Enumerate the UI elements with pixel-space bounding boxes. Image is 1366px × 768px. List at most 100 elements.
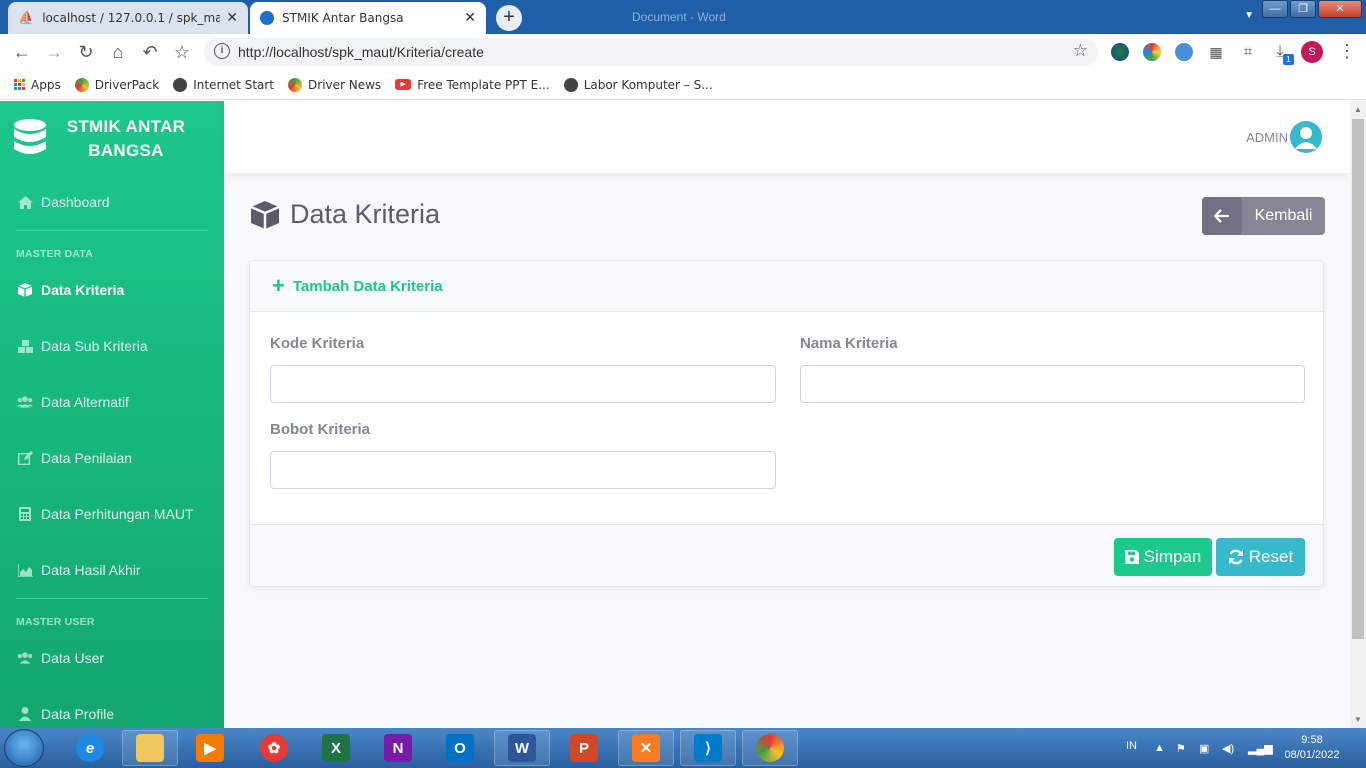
- bookmark-label: DriverPack: [94, 77, 160, 92]
- taskbar-outlook[interactable]: O: [432, 730, 488, 766]
- extension-bird-icon[interactable]: [1175, 43, 1193, 61]
- download-badge: 1: [1283, 54, 1294, 65]
- excel-icon: X: [322, 734, 350, 762]
- tab-search-icon[interactable]: ▼: [1244, 10, 1254, 21]
- taskbar-onenote[interactable]: N: [370, 730, 426, 766]
- bookmark-internet-start[interactable]: Internet Start: [173, 77, 274, 92]
- reset-button[interactable]: Reset: [1216, 538, 1305, 576]
- save-button-label: Simpan: [1143, 547, 1202, 566]
- taskbar-internet-explorer[interactable]: e: [62, 730, 118, 766]
- bobot-kriteria-input[interactable]: [270, 451, 776, 489]
- bookmark-free-template[interactable]: ▶ Free Template PPT E...: [395, 78, 550, 92]
- taskbar-app-red[interactable]: ✿: [246, 730, 302, 766]
- sidebar-item-label: Data Hasil Akhir: [41, 562, 141, 578]
- nama-kriteria-input[interactable]: [800, 365, 1305, 403]
- close-tab-icon[interactable]: ✕: [226, 10, 238, 26]
- url-text[interactable]: http://localhost/spk_maut/Kriteria/creat…: [238, 44, 484, 60]
- sidebar-item-data-hasil-akhir[interactable]: Data Hasil Akhir: [0, 552, 224, 588]
- action-center-icon[interactable]: ⚑: [1176, 742, 1188, 755]
- extensions-grid-icon[interactable]: ▦: [1206, 42, 1226, 62]
- taskbar-powerpoint[interactable]: P: [556, 730, 612, 766]
- extension-globe-icon[interactable]: [1111, 43, 1129, 61]
- taskbar-media-player[interactable]: ▶: [182, 730, 238, 766]
- sidebar-brand[interactable]: STMIK ANTAR BANGSA: [0, 101, 224, 173]
- chrome-icon: [756, 734, 784, 762]
- apps-grid-icon: [14, 79, 25, 90]
- sidebar-item-data-kriteria[interactable]: Data Kriteria: [0, 272, 224, 308]
- minimize-button[interactable]: —: [1262, 0, 1288, 18]
- sidebar-item-label: Data User: [41, 650, 105, 666]
- back-button[interactable]: Kembali: [1202, 197, 1325, 235]
- back-arrow-icon[interactable]: ←: [12, 42, 32, 62]
- tray-expand-icon[interactable]: ▲: [1154, 742, 1166, 754]
- home-icon[interactable]: ⌂: [108, 42, 128, 62]
- window-title: Document - Word: [632, 10, 726, 24]
- new-tab-button[interactable]: +: [496, 5, 522, 31]
- reload-icon[interactable]: ↻: [76, 42, 96, 62]
- page-title: Data Kriteria: [290, 199, 441, 229]
- bookmark-labor-komputer[interactable]: Labor Komputer – S...: [563, 77, 713, 92]
- scroll-down-icon[interactable]: ▼: [1354, 715, 1362, 724]
- system-clock[interactable]: 9:58 08/01/2022: [1282, 733, 1342, 763]
- save-button[interactable]: Simpan: [1114, 538, 1212, 576]
- browser-menu-icon[interactable]: ⋮: [1338, 41, 1356, 62]
- close-window-button[interactable]: ✕: [1318, 0, 1362, 18]
- info-icon[interactable]: i: [214, 43, 230, 59]
- chart-area-icon: [17, 562, 33, 578]
- clock-time: 9:58: [1301, 734, 1323, 746]
- cube-icon: [17, 282, 33, 298]
- tab-stmik[interactable]: STMIK Antar Bangsa ✕: [250, 2, 486, 34]
- bookmark-driver-news[interactable]: Driver News: [288, 77, 381, 92]
- bookmarks-bar: Apps DriverPack Internet Start Driver Ne…: [0, 70, 1366, 100]
- bookmark-apps[interactable]: Apps: [14, 78, 61, 92]
- undo-icon[interactable]: ↶: [140, 42, 160, 62]
- scroll-up-icon[interactable]: ▲: [1354, 105, 1362, 114]
- network-signal-icon[interactable]: ▂▄▆: [1248, 742, 1273, 755]
- scrollbar-thumb[interactable]: [1352, 119, 1364, 639]
- sidebar-item-data-penilaian[interactable]: Data Penilaian: [0, 440, 224, 476]
- url-omnibox[interactable]: i http://localhost/spk_maut/Kriteria/cre…: [204, 38, 1098, 66]
- sidebar-item-data-perhitungan-maut[interactable]: Data Perhitungan MAUT: [0, 496, 224, 532]
- app-icon: ✿: [260, 734, 288, 762]
- profile-avatar[interactable]: S: [1301, 41, 1323, 63]
- taskbar-vscode[interactable]: ⟩: [680, 730, 736, 766]
- user-avatar-icon[interactable]: [1290, 121, 1322, 153]
- user-name[interactable]: ADMIN: [1246, 130, 1288, 145]
- sidebar-item-data-user[interactable]: Data User: [0, 640, 224, 676]
- word-icon: W: [508, 734, 536, 762]
- internet-explorer-icon: e: [76, 734, 104, 762]
- extension-color-icon[interactable]: [1143, 43, 1161, 61]
- taskbar-excel[interactable]: X: [308, 730, 364, 766]
- device-icon[interactable]: ▣: [1199, 742, 1211, 755]
- start-button[interactable]: [4, 729, 44, 767]
- bookmark-page-icon[interactable]: ☆: [1073, 41, 1088, 61]
- folder-icon: [136, 734, 164, 762]
- home-icon: [17, 194, 33, 210]
- tab-phpmyadmin[interactable]: ⛵ localhost / 127.0.0.1 / spk_maut_ ✕: [8, 2, 248, 34]
- sidebar-item-data-alternatif[interactable]: Data Alternatif: [0, 384, 224, 420]
- volume-icon[interactable]: ◀): [1222, 742, 1234, 755]
- bookmark-driverpack[interactable]: DriverPack: [74, 77, 160, 92]
- sidebar-item-data-profile[interactable]: Data Profile: [0, 696, 224, 728]
- forward-arrow-icon[interactable]: →: [44, 42, 64, 62]
- sidebar-item-label: Dashboard: [41, 194, 110, 210]
- sidebar-item-dashboard[interactable]: Dashboard: [0, 184, 224, 220]
- close-tab-icon[interactable]: ✕: [464, 10, 476, 26]
- sidebar-item-label: Data Kriteria: [41, 282, 125, 298]
- bookmark-label: Apps: [31, 77, 61, 92]
- taskbar-chrome[interactable]: [742, 730, 798, 766]
- onenote-icon: N: [384, 734, 412, 762]
- language-indicator[interactable]: IN: [1126, 740, 1137, 752]
- page-scrollbar[interactable]: ▲ ▼: [1350, 101, 1366, 728]
- bookmark-star-icon[interactable]: ☆: [172, 42, 192, 62]
- sidebar-item-data-sub-kriteria[interactable]: Data Sub Kriteria: [0, 328, 224, 364]
- crop-icon[interactable]: ⌗: [1238, 42, 1258, 62]
- tab-title: localhost / 127.0.0.1 / spk_maut_: [42, 11, 221, 25]
- taskbar-file-explorer[interactable]: [122, 730, 178, 766]
- taskbar-xampp[interactable]: ✕: [618, 730, 674, 766]
- kode-kriteria-input[interactable]: [270, 365, 776, 403]
- maximize-button[interactable]: ❐: [1290, 0, 1316, 18]
- address-bar: ← → ↻ ⌂ ↶ ☆ i http://localhost/spk_maut/…: [0, 34, 1366, 70]
- taskbar-word[interactable]: W: [494, 730, 550, 766]
- media-player-icon: ▶: [196, 734, 224, 762]
